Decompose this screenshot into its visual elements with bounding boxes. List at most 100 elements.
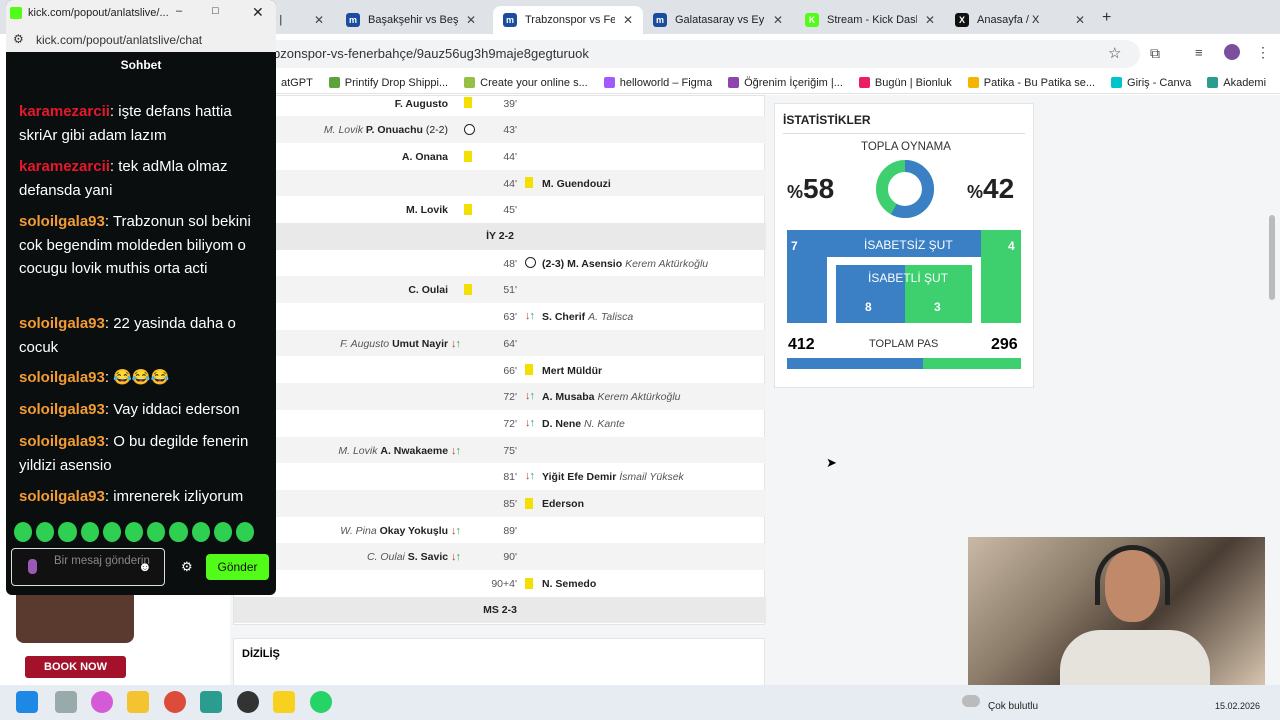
close-icon[interactable]: ✕ xyxy=(252,4,264,21)
tab-close-icon[interactable]: ✕ xyxy=(1075,13,1085,27)
page-scrollbar[interactable] xyxy=(1269,215,1275,300)
event-minute: 44' xyxy=(503,150,517,163)
sub-arrows: ↓↑ xyxy=(451,525,461,537)
home-event: F. Augusto xyxy=(395,98,448,110)
site-settings-icon[interactable]: ⚙ xyxy=(13,32,24,46)
event-row: 81' ↓↑ Yiğit Efe Demir İsmail Yüksek xyxy=(234,463,766,490)
off-target-label: İSABETSİZ ŞUT xyxy=(864,238,953,252)
start-icon[interactable] xyxy=(16,691,38,713)
on-target-label: İSABETLİ ŞUT xyxy=(868,271,949,285)
app-icon[interactable] xyxy=(200,691,222,713)
player-name: M. Lovik xyxy=(405,204,448,217)
chat-username[interactable]: soloilgala93 xyxy=(19,401,105,418)
bookmark-item[interactable]: Create your online s... xyxy=(464,77,588,89)
yellow-card-shape xyxy=(525,364,533,376)
bookmark-item[interactable]: Giriş - Canva xyxy=(1111,77,1191,89)
extensions-icon[interactable]: ⧉ xyxy=(1150,45,1160,62)
bookmark-item[interactable]: Akademi xyxy=(1207,77,1266,89)
emote-icon[interactable] xyxy=(102,522,121,542)
chat-username[interactable]: soloilgala93 xyxy=(19,488,105,505)
emote-icon[interactable] xyxy=(14,522,33,542)
chat-colon: : xyxy=(104,488,114,505)
chat-username[interactable]: karamezarcii xyxy=(19,103,110,120)
book-now-button[interactable]: BOOK NOW xyxy=(25,656,126,678)
emote-icon[interactable] xyxy=(80,522,99,542)
off-target-away: 4 xyxy=(1008,239,1015,253)
event-minute: 48' xyxy=(503,257,517,270)
assist-note: Kerem Aktürkoğlu xyxy=(597,391,681,404)
tab-close-icon[interactable]: ✕ xyxy=(925,13,935,27)
emote-icon[interactable] xyxy=(124,522,144,542)
emote-icon[interactable] xyxy=(191,522,210,542)
tab-title: Anasayfa / X xyxy=(977,14,1040,26)
tab-close-icon[interactable]: ✕ xyxy=(623,13,633,27)
bookmark-item[interactable]: helloworld – Figma xyxy=(603,77,712,89)
emote-icon[interactable] xyxy=(36,522,55,542)
emote-icon[interactable] xyxy=(147,522,166,542)
obs-icon[interactable] xyxy=(237,691,259,713)
bookmark-item[interactable]: Printify Drop Shippi... xyxy=(328,77,448,89)
event-row: C. Oulai S. Savic ↓↑ 90' xyxy=(234,543,766,571)
chat-username[interactable]: soloilgala93 xyxy=(19,315,105,332)
sub-arrows: ↓↑ xyxy=(525,471,535,483)
chat-message: soloilgala93: Vay iddaci ederson xyxy=(19,398,264,422)
yellow-card-icon xyxy=(525,364,533,376)
task-view-icon[interactable] xyxy=(55,691,77,713)
whatsapp-icon[interactable] xyxy=(310,691,332,713)
minimize-icon[interactable]: – xyxy=(176,5,182,17)
media-icon[interactable]: ≡ xyxy=(1195,45,1203,60)
taskbar xyxy=(0,685,1280,720)
event-minute: 45' xyxy=(503,204,517,217)
ad-image[interactable] xyxy=(16,594,134,643)
browser-tab[interactable]: X Anasayfa / X ✕ xyxy=(945,6,1095,34)
event-minute: 66' xyxy=(503,364,517,377)
tab-close-icon[interactable]: ✕ xyxy=(773,13,783,27)
player-name: A. Nwakaeme xyxy=(380,444,449,457)
event-row: F. Augusto 39' xyxy=(234,90,766,117)
emote-icon[interactable] xyxy=(169,522,188,542)
weather-text: Çok bulutlu xyxy=(988,701,1039,712)
player-name: S. Savic xyxy=(407,551,449,564)
chrome-icon[interactable] xyxy=(164,691,186,713)
player-name: Umut Nayir xyxy=(392,337,449,350)
chat-username[interactable]: soloilgala93 xyxy=(19,213,105,230)
bookmark-label: Patika - Bu Patika se... xyxy=(983,76,1096,89)
profile-avatar[interactable] xyxy=(1224,44,1240,60)
file-explorer-icon[interactable] xyxy=(127,691,149,713)
browser-tab[interactable]: m Başakşehir vs Beşiktaş ✕ xyxy=(336,6,486,34)
star-icon[interactable]: ☆ xyxy=(1108,44,1121,62)
emote-icon[interactable] xyxy=(58,522,77,542)
new-tab-button[interactable]: + xyxy=(1102,9,1111,27)
event-minute: 72' xyxy=(503,417,517,430)
mic-icon[interactable] xyxy=(28,559,37,574)
address-bar[interactable]: bzonspor-vs-fenerbahçe/9auz56ug3h9maje8g… xyxy=(265,40,1140,68)
copilot-icon[interactable] xyxy=(91,691,113,713)
tab-close-icon[interactable]: ✕ xyxy=(314,13,324,27)
emote-icon[interactable] xyxy=(235,522,255,542)
away-event: A. Musaba Kerem Aktürkoğlu xyxy=(542,391,681,403)
bookmark-item[interactable]: Patika - Bu Patika se... xyxy=(967,76,1096,89)
emote-icon[interactable] xyxy=(213,522,232,542)
bookmark-item[interactable]: Öğrenim İçeriğim |... xyxy=(728,77,843,89)
bookmark-item[interactable]: Bugün | Bionluk xyxy=(858,77,952,89)
chat-settings-icon[interactable]: ⚙ xyxy=(181,559,193,575)
half-time-row: MS 2-3 xyxy=(234,596,766,624)
chat-username[interactable]: karamezarcii xyxy=(19,158,110,175)
score-note: (2-3) xyxy=(542,257,565,270)
substitution-icon: ↓↑ xyxy=(451,551,461,564)
tab-title: Stream - Kick Dashbo xyxy=(827,14,917,26)
send-button[interactable]: Gönder xyxy=(206,554,269,580)
tab-close-icon[interactable]: ✕ xyxy=(466,13,476,27)
browser-tab[interactable]: m Galatasaray vs Eyüpsp ✕ xyxy=(643,6,793,34)
chat-username[interactable]: soloilgala93 xyxy=(19,433,105,450)
away-event: M. Guendouzi xyxy=(542,178,611,190)
sticky-notes-icon[interactable] xyxy=(273,691,295,713)
browser-tab[interactable]: K Stream - Kick Dashbo ✕ xyxy=(795,6,945,34)
browser-tab[interactable]: m Trabzonspor vs Fener ✕ xyxy=(493,6,643,34)
emoji-icon[interactable]: ☻ xyxy=(138,559,152,574)
chat-username[interactable]: soloilgala93 xyxy=(19,369,105,386)
clock-date: 15.02.2026 xyxy=(1215,701,1261,711)
browser-menu-icon[interactable]: ⋮ xyxy=(1256,44,1270,61)
chat-input[interactable]: Bir mesaj gönderin ☻ xyxy=(11,548,165,586)
maximize-icon[interactable]: □ xyxy=(212,5,219,17)
